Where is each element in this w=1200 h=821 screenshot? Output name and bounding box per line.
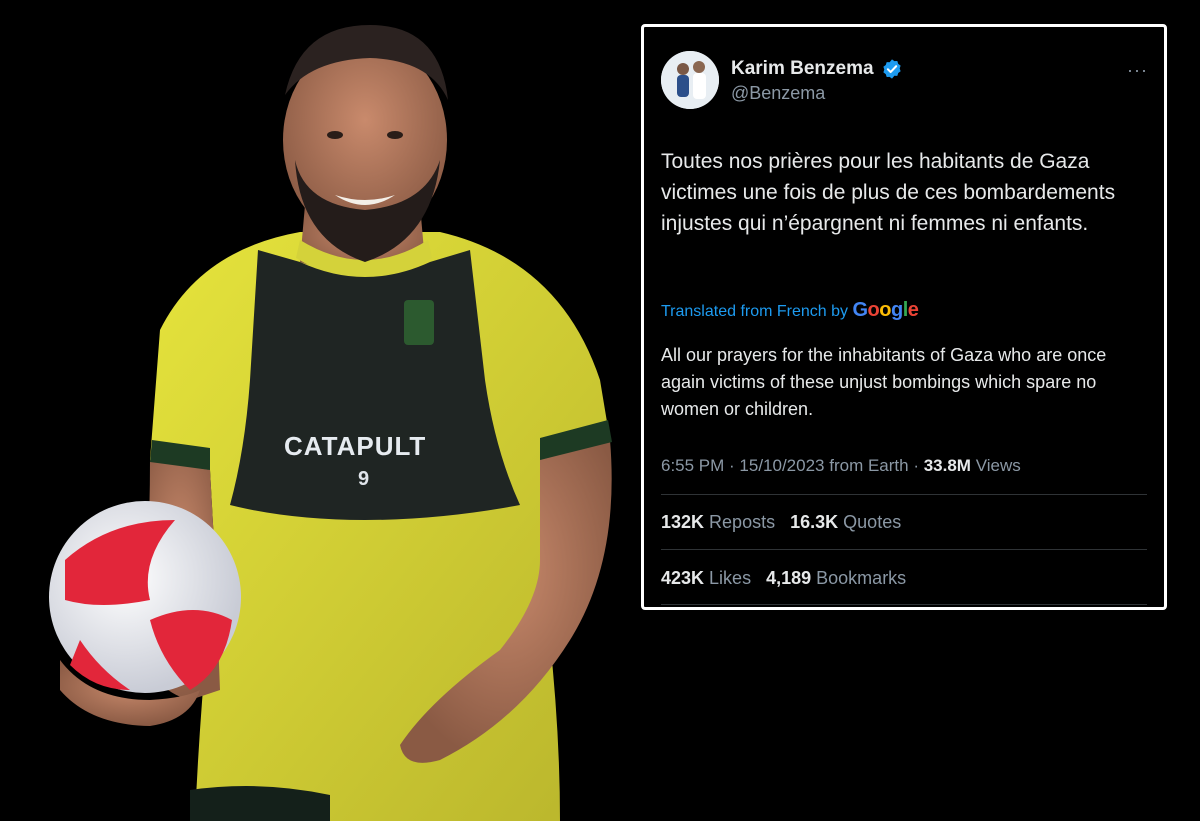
tweet-source: from Earth: [829, 456, 909, 475]
more-horizontal-icon[interactable]: ···: [1127, 60, 1148, 81]
bookmarks-count: 4,189: [766, 568, 812, 588]
likes-stat[interactable]: 423K Likes: [661, 568, 756, 588]
reposts-stat[interactable]: 132K Reposts: [661, 512, 780, 532]
author-name[interactable]: Karim Benzema: [731, 58, 874, 80]
divider: [661, 549, 1147, 550]
quotes-label: Quotes: [843, 512, 902, 532]
tweet-time[interactable]: 6:55 PM: [661, 456, 724, 475]
avatar[interactable]: [661, 51, 719, 109]
translated-label[interactable]: Translated from French by Google: [661, 299, 919, 322]
likes-count: 423K: [661, 568, 705, 588]
avatar-image: [661, 51, 719, 109]
quotes-stat[interactable]: 16.3K Quotes: [790, 512, 901, 532]
tweet-date[interactable]: 15/10/2023: [739, 456, 824, 475]
reposts-count: 132K: [661, 512, 705, 532]
views-count: 33.8M: [923, 456, 971, 475]
player-illustration: [49, 25, 612, 821]
translated-prefix: Translated from French by: [661, 303, 849, 320]
likes-label: Likes: [709, 568, 752, 588]
author-handle[interactable]: @Benzema: [731, 83, 825, 104]
bib-number: 9: [358, 468, 370, 490]
divider: [661, 604, 1147, 605]
stats-row-likes: 423K Likes 4,189 Bookmarks: [661, 568, 916, 589]
bookmarks-stat[interactable]: 4,189 Bookmarks: [766, 568, 906, 588]
tweet-text: Toutes nos prières pour les habitants de…: [661, 150, 1116, 235]
google-logo: Google: [852, 299, 919, 321]
tweet-meta: 6:55 PM · 15/10/2023 from Earth · 33.8M …: [661, 456, 1021, 475]
stats-row-reposts: 132K Reposts 16.3K Quotes: [661, 512, 911, 533]
quotes-count: 16.3K: [790, 512, 839, 532]
verified-badge-icon: [883, 59, 901, 79]
reposts-label: Reposts: [709, 512, 776, 532]
bib-brand-text: CATAPULT: [284, 431, 427, 461]
player-photo: CATAPULT 9: [0, 0, 640, 821]
divider: [661, 494, 1147, 495]
translated-text: All our prayers for the inhabitants of G…: [661, 345, 1107, 419]
views-label: Views: [975, 456, 1021, 475]
tweet-card: Karim Benzema @Benzema ··· Toutes nos pr…: [641, 24, 1167, 610]
bookmarks-label: Bookmarks: [816, 568, 907, 588]
